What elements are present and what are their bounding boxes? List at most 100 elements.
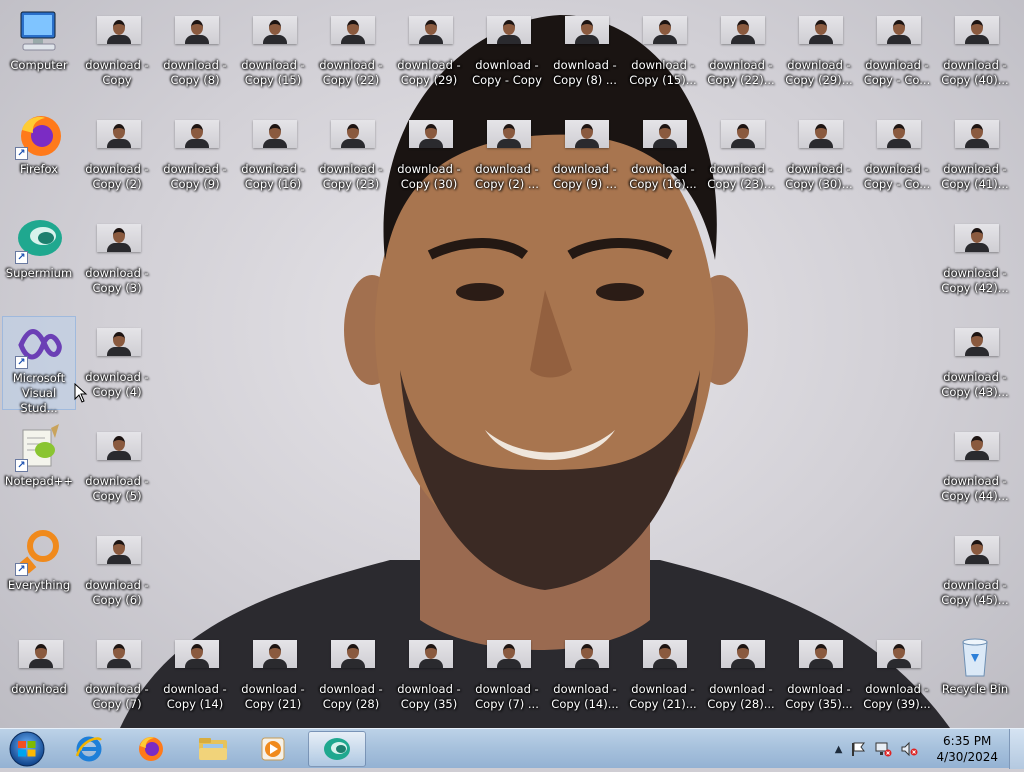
desktop-file[interactable]: download - Copy (28)... (704, 628, 778, 722)
desktop-file[interactable]: download - Copy (43)... (938, 316, 1012, 410)
desktop-file[interactable]: download - Copy (9) ... (548, 108, 622, 202)
desktop-file[interactable]: download - Copy - Co... (860, 108, 934, 202)
desktop-file-image (483, 8, 531, 56)
desktop-file[interactable]: download - Copy (8) (158, 4, 232, 98)
desktop-file[interactable]: download - Copy (3) (80, 212, 154, 306)
desktop-file[interactable]: download - Copy (14)... (548, 628, 622, 722)
desktop-file[interactable]: download - Copy (41)... (938, 108, 1012, 202)
desktop-file[interactable]: download - Copy (21)... (626, 628, 700, 722)
image-file-icon (643, 640, 687, 668)
desktop-computer-image (15, 8, 63, 56)
desktop-file[interactable]: download - Copy - Copy (470, 4, 544, 98)
desktop-file-image (717, 112, 765, 160)
desktop-file-image (171, 632, 219, 680)
icon-label: download - Copy (42)... (941, 266, 1009, 295)
desktop-file[interactable]: download - Copy - Co... (860, 4, 934, 98)
icon-label: download - Copy (41)... (941, 162, 1009, 191)
desktop-file-image (93, 320, 141, 368)
desktop-file-image (951, 320, 999, 368)
taskbar-file-explorer[interactable] (186, 731, 240, 767)
desktop-file[interactable]: download - Copy (7) (80, 628, 154, 722)
show-hidden-icons-chevron[interactable]: ▲ (835, 744, 843, 755)
system-clock[interactable]: 6:35 PM 4/30/2024 (936, 733, 998, 765)
desktop-file[interactable]: download - Copy (35) (392, 628, 466, 722)
desktop-file[interactable]: download - Copy (30)... (782, 108, 856, 202)
desktop-file[interactable]: download - Copy (30) (392, 108, 466, 202)
desktop-file[interactable]: download - Copy (16) (236, 108, 310, 202)
shortcut-arrow-icon: ↗ (15, 147, 28, 160)
desktop-file-image (561, 632, 609, 680)
icon-label: download - Copy (23) (319, 162, 383, 191)
image-file-icon (409, 16, 453, 44)
desktop-everything[interactable]: ↗ Everything (2, 524, 76, 618)
taskbar-media-player[interactable] (246, 731, 300, 767)
show-desktop-button[interactable] (1009, 729, 1024, 769)
image-file-icon (19, 640, 63, 668)
action-center-flag-icon[interactable] (850, 741, 866, 757)
desktop-file[interactable]: download - Copy (45)... (938, 524, 1012, 618)
desktop-file[interactable]: download - Copy (22)... (704, 4, 778, 98)
desktop-recycle-bin-image (951, 632, 999, 680)
image-file-icon (487, 16, 531, 44)
desktop-supermium[interactable]: ↗ Supermium (2, 212, 76, 306)
desktop-file[interactable]: download - Copy (29) (392, 4, 466, 98)
desktop-file[interactable]: download - Copy (15) (236, 4, 310, 98)
desktop-file[interactable]: download - Copy (28) (314, 628, 388, 722)
desktop-file[interactable]: download - Copy (35)... (782, 628, 856, 722)
desktop-file[interactable]: download - Copy (23) (314, 108, 388, 202)
desktop-file-image (795, 8, 843, 56)
desktop-file[interactable]: download - Copy (8) ... (548, 4, 622, 98)
desktop-file[interactable]: download (2, 628, 76, 722)
desktop-file[interactable]: download - Copy (7) ... (470, 628, 544, 722)
desktop-visual-studio[interactable]: ↗ Microsoft Visual Stud... (2, 316, 76, 415)
desktop-file[interactable]: download - Copy (5) (80, 420, 154, 514)
desktop-file[interactable]: download - Copy (2) (80, 108, 154, 202)
icon-label: download - Copy (45)... (941, 578, 1009, 607)
desktop-file[interactable]: download - Copy (6) (80, 524, 154, 618)
desktop-file-image (93, 528, 141, 576)
desktop-file-image (93, 8, 141, 56)
start-button[interactable] (4, 730, 50, 768)
taskbar-firefox[interactable] (124, 731, 178, 767)
image-file-icon (565, 640, 609, 668)
desktop-file[interactable]: download - Copy (2) ... (470, 108, 544, 202)
desktop-file[interactable]: download - Copy (4) (80, 316, 154, 410)
recycle-bin-icon (962, 638, 988, 677)
network-icon[interactable] (874, 741, 892, 757)
icon-label: download - Copy (3) (85, 266, 149, 295)
desktop-file[interactable]: download - Copy (22) (314, 4, 388, 98)
desktop-file[interactable]: download - Copy (29)... (782, 4, 856, 98)
desktop-file[interactable]: download - Copy (14) (158, 628, 232, 722)
image-file-icon (877, 16, 921, 44)
desktop-firefox-image: ↗ (15, 112, 63, 160)
icon-label: download - Copy (14)... (551, 682, 619, 711)
desktop-file[interactable]: download - Copy (80, 4, 154, 98)
desktop-everything-image: ↗ (15, 528, 63, 576)
desktop-file[interactable]: download - Copy (21) (236, 628, 310, 722)
icon-label: download - Copy (15)... (629, 58, 697, 87)
desktop-recycle-bin[interactable]: Recycle Bin (938, 628, 1012, 722)
desktop-file[interactable]: download - Copy (23)... (704, 108, 778, 202)
desktop-firefox[interactable]: ↗ Firefox (2, 108, 76, 202)
desktop-file-image (639, 112, 687, 160)
desktop-notepad-plus-plus[interactable]: ↗ Notepad++ (2, 420, 76, 514)
image-file-icon (97, 536, 141, 564)
desktop-file[interactable]: download - Copy (39)... (860, 628, 934, 722)
taskbar-supermium[interactable] (308, 731, 366, 767)
desktop-file[interactable]: download - Copy (44)... (938, 420, 1012, 514)
desktop-file[interactable]: download - Copy (15)... (626, 4, 700, 98)
desktop-file[interactable]: download - Copy (42)... (938, 212, 1012, 306)
desktop-notepad-plus-plus-image: ↗ (15, 424, 63, 472)
desktop-computer[interactable]: Computer (2, 4, 76, 98)
desktop-file[interactable]: download - Copy (16)... (626, 108, 700, 202)
desktop-file-image (873, 632, 921, 680)
image-file-icon (721, 640, 765, 668)
desktop-file[interactable]: download - Copy (40)... (938, 4, 1012, 98)
desktop-file-image (951, 424, 999, 472)
taskbar-internet-explorer[interactable] (62, 731, 116, 767)
desktop-file[interactable]: download - Copy (9) (158, 108, 232, 202)
volume-muted-icon[interactable] (900, 741, 918, 757)
icon-label: download - Copy (35) (397, 682, 461, 711)
desktop-file-image (951, 8, 999, 56)
icon-label: download - Copy (29) (397, 58, 461, 87)
